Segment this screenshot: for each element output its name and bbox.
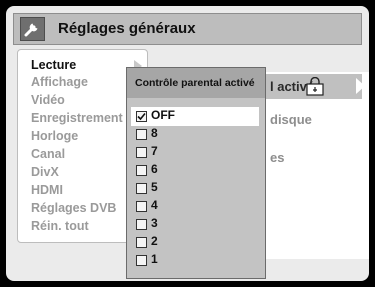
menu-item-horloge[interactable]: Horloge: [31, 129, 78, 143]
option-7[interactable]: 7: [127, 144, 265, 161]
title-bar: Réglages généraux: [13, 13, 362, 45]
option-label: 2: [151, 234, 158, 248]
option-2[interactable]: 2: [127, 234, 265, 251]
option-4[interactable]: 4: [127, 198, 265, 215]
checkbox[interactable]: [136, 255, 147, 266]
checkbox-checked[interactable]: [136, 111, 147, 122]
checkbox[interactable]: [136, 219, 147, 230]
checkbox[interactable]: [136, 183, 147, 194]
option-label: 7: [151, 144, 158, 158]
menu-item-affichage[interactable]: Affichage: [31, 75, 88, 89]
menu-item-hdmi[interactable]: HDMI: [31, 183, 63, 197]
option-label: 5: [151, 180, 158, 194]
page-title: Réglages généraux: [58, 20, 196, 37]
option-label: 1: [151, 252, 158, 266]
settings-panel: Réglages généraux Lecture Affichage Vidé…: [6, 6, 369, 281]
menu-item-lecture[interactable]: Lecture: [31, 58, 76, 72]
popup-title: Contrôle parental activé: [135, 77, 255, 89]
menu-item-reinit-tout[interactable]: Réin. tout: [31, 219, 89, 233]
option-6[interactable]: 6: [127, 162, 265, 179]
submenu-item-partial[interactable]: es: [270, 150, 284, 165]
menu-item-reglages-dvb[interactable]: Réglages DVB: [31, 201, 116, 215]
popup-title-bar: Contrôle parental activé: [127, 68, 265, 98]
checkbox[interactable]: [136, 201, 147, 212]
menu-item-divx[interactable]: DivX: [31, 165, 59, 179]
submenu-item-disque[interactable]: disque: [270, 112, 312, 127]
option-1[interactable]: 1: [127, 252, 265, 269]
option-3[interactable]: 3: [127, 216, 265, 233]
option-label: OFF: [151, 108, 175, 122]
option-label: 8: [151, 126, 158, 140]
chevron-right-icon: [356, 78, 365, 94]
option-off[interactable]: OFF: [131, 107, 259, 126]
option-label: 6: [151, 162, 158, 176]
parental-lock-icon: [306, 77, 324, 96]
option-8[interactable]: 8: [127, 126, 265, 143]
option-5[interactable]: 5: [127, 180, 265, 197]
checkbox[interactable]: [136, 237, 147, 248]
parental-control-popup: Contrôle parental activé OFF 8 7 6 5 4 3…: [126, 67, 266, 279]
wrench-icon: [20, 17, 45, 41]
option-label: 3: [151, 216, 158, 230]
checkbox[interactable]: [136, 147, 147, 158]
menu-item-enregistrement[interactable]: Enregistrement: [31, 111, 123, 125]
checkbox[interactable]: [136, 165, 147, 176]
checkbox[interactable]: [136, 129, 147, 140]
option-label: 4: [151, 198, 158, 212]
menu-item-video[interactable]: Vidéo: [31, 93, 65, 107]
menu-item-canal[interactable]: Canal: [31, 147, 65, 161]
